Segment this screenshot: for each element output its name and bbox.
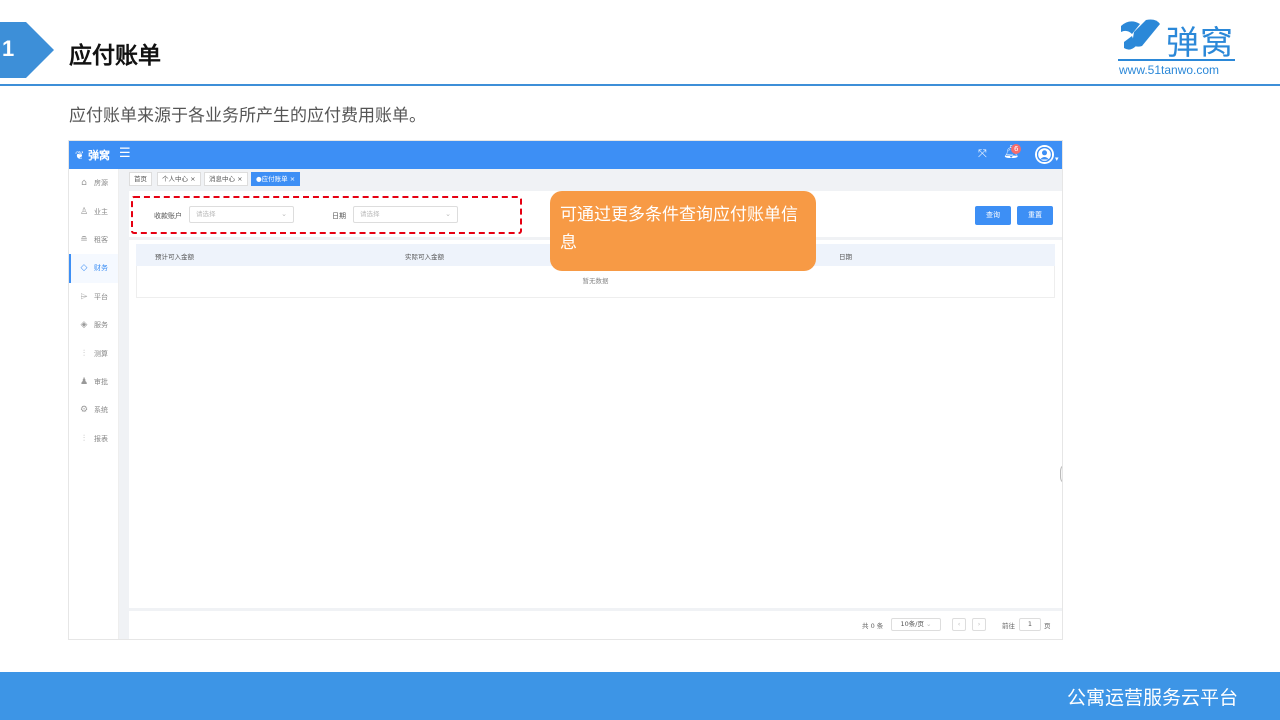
sidebar-item-label: 测算: [94, 349, 108, 358]
user-icon: ♙: [79, 206, 89, 217]
page-size-value: 10条/页: [900, 620, 924, 628]
app-logo[interactable]: ❦ 弹窝: [75, 147, 110, 163]
total-count: 共 0 条: [862, 622, 884, 630]
sidebar-item-system[interactable]: ⚙ 系统: [69, 396, 118, 424]
pagination: 共 0 条 10条/页 ⌄ ‹ › 前往 1 页: [129, 611, 1062, 639]
sidebar-item-label: 租客: [94, 235, 108, 244]
goto-label: 前往: [1002, 622, 1015, 630]
filter-highlight-box: [131, 196, 522, 234]
next-page-button[interactable]: ›: [972, 618, 986, 631]
callout-note: 可通过更多条件查询应付账单信息: [550, 191, 816, 271]
prev-page-button[interactable]: ‹: [952, 618, 966, 631]
chevron-right-icon: ›: [977, 620, 981, 628]
sidebar-item-finance[interactable]: ◇ 财务: [69, 254, 118, 283]
sidebar-item-label: 审批: [94, 377, 108, 386]
tab-message-center[interactable]: 消息中心 ×: [204, 172, 248, 186]
sidebar-item-platform[interactable]: ⌲ 平台: [69, 283, 118, 311]
sidebar-item-calculation[interactable]: ⫶ 测算: [69, 339, 118, 367]
sidebar-item-owner[interactable]: ♙ 业主: [69, 197, 118, 225]
tab-personal-center[interactable]: 个人中心 ×: [157, 172, 201, 186]
sidebar-item-label: 房源: [94, 179, 108, 188]
fullscreen-icon[interactable]: ⤧: [978, 147, 987, 161]
chevron-down-icon[interactable]: ▾: [1055, 155, 1059, 163]
page-suffix: 页: [1044, 622, 1051, 630]
results-panel: 预计可入金额 实际可入金额 日期 暂无数据: [129, 240, 1062, 608]
chart-icon: ⫶: [82, 433, 86, 444]
tab-payable-bills[interactable]: ●应付账单 ×: [251, 172, 301, 186]
sidebar-item-housing[interactable]: ⌂ 房源: [69, 169, 118, 197]
logo-mark-icon: ❦: [75, 149, 85, 162]
column-header-date: 日期: [839, 253, 852, 261]
app-logo-text: 弹窝: [88, 149, 111, 162]
database-icon: ≘: [80, 234, 88, 245]
tab-bar: 首页 个人中心 × 消息中心 × ●应付账单 ×: [129, 172, 1062, 188]
sidebar-item-label: 平台: [94, 292, 108, 301]
app-topbar: ❦ 弹窝 ☰ ⤧ 🔔︎ 6 ▾: [69, 141, 1062, 169]
sidebar-item-report[interactable]: ⫶ 报表: [69, 425, 118, 453]
footer-text: 公寓运营服务云平台: [1066, 687, 1238, 709]
app-sidebar: ⌂ 房源 ♙ 业主 ≘ 租客 ◇ 财务 ⌲ 平台 ◈ 服务 ⫶ 测算 ♟ 审批 ⚙ 系统 ⫶ 报表: [69, 169, 119, 639]
diamond-icon: ◇: [80, 263, 88, 274]
sidebar-item-tenant[interactable]: ≘ 租客: [69, 226, 118, 254]
page-number-input[interactable]: 1: [1019, 618, 1041, 631]
brand-block: 弹窝 www.51tanwo.com: [1118, 14, 1243, 80]
sidebar-item-label: 财务: [94, 264, 108, 273]
brand-name: 弹窝: [1166, 23, 1234, 62]
footer-bar: 公寓运营服务云平台: [0, 672, 1280, 720]
menu-toggle-icon[interactable]: ☰: [119, 146, 131, 161]
brand-divider: [1118, 59, 1235, 61]
avatar[interactable]: [1035, 145, 1054, 164]
home-icon: ⌂: [81, 178, 87, 189]
column-header-actual-amount: 实际可入金额: [405, 253, 444, 261]
sidebar-item-label: 业主: [94, 207, 108, 216]
slide-number-badge: 1: [0, 22, 54, 78]
slide-number: 1: [2, 36, 15, 61]
reset-button[interactable]: 重置: [1017, 206, 1053, 225]
sidebar-item-label: 服务: [94, 321, 108, 330]
stamp-icon: ♟: [79, 376, 89, 387]
sliders-icon: ⫶: [82, 348, 86, 359]
slide-description: 应付账单来源于各业务所产生的应付费用账单。: [69, 106, 426, 126]
query-button[interactable]: 查询: [975, 206, 1011, 225]
brand-url: www.51tanwo.com: [1119, 63, 1220, 77]
column-header-expected-amount: 预计可入金额: [155, 253, 194, 261]
sidebar-item-service[interactable]: ◈ 服务: [69, 311, 118, 339]
notification-badge: 6: [1011, 144, 1022, 154]
user-avatar-icon: [1037, 147, 1052, 162]
sidebar-item-label: 系统: [94, 406, 108, 415]
sidebar-item-approval[interactable]: ♟ 审批: [69, 368, 118, 396]
tab-home[interactable]: 首页: [129, 172, 152, 186]
brand-logo-icon: [1121, 19, 1160, 50]
sidebar-item-label: 报表: [94, 434, 108, 443]
slide-title: 应付账单: [69, 43, 161, 69]
gear-icon: ⚙: [79, 405, 89, 416]
chevron-left-icon: ‹: [957, 620, 961, 628]
page-size-select[interactable]: 10条/页 ⌄: [891, 618, 941, 631]
send-icon: ⌲: [80, 291, 88, 302]
chevron-down-icon: ⌄: [926, 620, 932, 628]
header-divider: [0, 84, 1280, 86]
tag-icon: ◈: [80, 320, 88, 331]
